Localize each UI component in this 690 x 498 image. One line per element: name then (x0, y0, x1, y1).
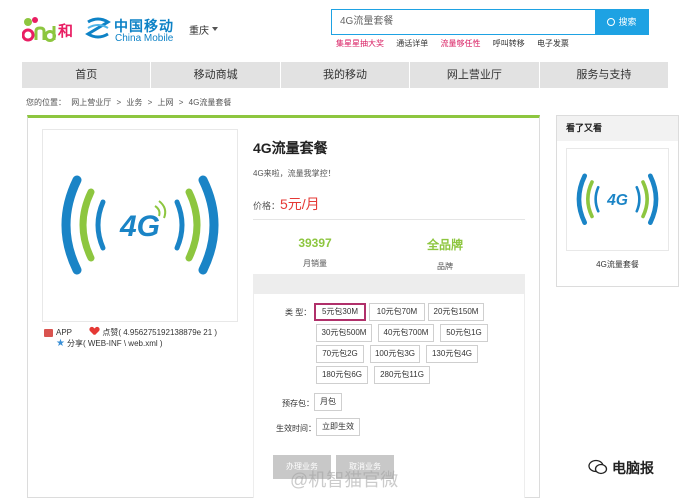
related-panel: 看了又看 4G 4G流量套餐 (556, 115, 679, 287)
related-title: 看了又看 (557, 116, 678, 141)
product-subtitle: 4G来啦，流量我掌控！ (253, 169, 336, 178)
effect-time-label: 生效时间： (276, 424, 316, 433)
search-button[interactable]: 搜索 (595, 9, 649, 35)
type-chip[interactable]: 130元包4G (426, 345, 478, 363)
nav-item-online-hall[interactable]: 网上营业厅 (410, 62, 540, 88)
icon-4g-text: 4G (606, 192, 628, 209)
chevron-down-icon[interactable] (212, 27, 218, 31)
weibo-watermark: @机智猫官微 (290, 470, 399, 490)
brand-watermark: 电脑报 (612, 460, 654, 476)
hot-link[interactable]: 流量够任性 (440, 39, 480, 48)
type-chip[interactable]: 280元包11G (374, 366, 430, 384)
search-button-label: 搜索 (618, 17, 637, 27)
type-chip[interactable]: 70元包2G (316, 345, 364, 363)
signal-4g-icon: 4G (61, 175, 219, 275)
nav-item-home[interactable]: 首页 (22, 62, 152, 88)
related-caption[interactable]: 4G流量套餐 (557, 259, 678, 270)
type-label: 类 型： (285, 308, 312, 317)
breadcrumb-current: 4G流量套餐 (188, 98, 232, 107)
app-link[interactable]: APP (56, 328, 72, 337)
price-value: 5元/月 (280, 196, 320, 212)
main-nav: 首页 移动商城 我的移动 网上营业厅 服务与支持 (22, 62, 668, 88)
like-count[interactable]: 点赞( 4.956275192138879e 21 ) (102, 328, 217, 337)
breadcrumb: 您的位置： 网上营业厅 > 业务 > 上网 > 4G流量套餐 (26, 97, 234, 108)
stat-label: 月销量 (303, 259, 327, 268)
divider (253, 219, 525, 220)
meta-row-2: ★ 分享( WEB-INF \ web.xml ) (56, 338, 163, 349)
type-chip[interactable]: 30元包500M (316, 324, 372, 342)
nav-item-support[interactable]: 服务与支持 (540, 62, 668, 88)
share-link[interactable]: 分享( WEB-INF \ web.xml ) (67, 339, 163, 348)
stat-value: 全品牌 (426, 238, 463, 252)
share-icon: ★ (56, 338, 65, 349)
breadcrumb-sep: > (116, 98, 122, 107)
type-chip[interactable]: 50元包1G (440, 324, 488, 342)
product-panel: 4G APP 点赞( 4.956275192138879e 21 ) ★ 分享( … (27, 115, 540, 498)
type-chip[interactable]: 100元包3G (370, 345, 420, 363)
wechat-icon (588, 459, 608, 475)
hot-link[interactable]: 电子发票 (537, 39, 569, 48)
meta-row-1: APP 点赞( 4.956275192138879e 21 ) (44, 327, 217, 338)
app-icon (44, 328, 53, 337)
and-logo[interactable]: 和 (21, 14, 74, 44)
breadcrumb-sep: > (147, 98, 153, 107)
breadcrumb-link[interactable]: 网上营业厅 (71, 98, 111, 107)
type-chip[interactable]: 20元包150M (428, 303, 484, 321)
effect-time-chip[interactable]: 立即生效 (316, 418, 360, 436)
china-mobile-en: China Mobile (115, 33, 174, 44)
type-chip[interactable]: 10元包70M (369, 303, 425, 321)
heart-icon (90, 327, 99, 335)
search-input[interactable]: 4G流量套餐 (331, 9, 595, 35)
breadcrumb-sep: > (178, 98, 184, 107)
type-chip-selected[interactable]: 5元包30M (314, 303, 366, 321)
related-product-image[interactable]: 4G (566, 148, 669, 251)
china-mobile-logo[interactable]: 中国移动 China Mobile (84, 14, 184, 44)
search-icon (607, 18, 616, 26)
nav-item-mall[interactable]: 移动商城 (151, 62, 281, 88)
stat-label: 品牌 (437, 262, 453, 271)
price-label: 价格： (253, 201, 281, 211)
hot-link[interactable]: 集星星抽大奖 (336, 39, 384, 48)
hot-links: 集星星抽大奖 通话详单 流量够任性 呼叫转移 电子发票 (336, 38, 579, 49)
hot-link[interactable]: 通话详单 (396, 39, 428, 48)
china-mobile-icon (85, 17, 111, 39)
signal-4g-icon: 4G (576, 173, 659, 226)
type-chip[interactable]: 180元包6G (316, 366, 368, 384)
prestore-chip[interactable]: 月包 (314, 393, 342, 411)
stat-monthly-sales: 39397 月销量 (265, 236, 365, 269)
breadcrumb-prefix: 您的位置： (26, 98, 66, 107)
hot-link[interactable]: 呼叫转移 (493, 39, 525, 48)
product-title: 4G流量套餐 (253, 140, 328, 156)
breadcrumb-link[interactable]: 上网 (158, 98, 174, 107)
nav-item-my-mobile[interactable]: 我的移动 (281, 62, 411, 88)
stat-brand: 全品牌 品牌 (395, 236, 495, 272)
stat-value: 39397 (298, 236, 332, 250)
breadcrumb-link[interactable]: 业务 (126, 98, 142, 107)
options-panel: 类 型： 5元包30M 10元包70M 20元包150M 30元包500M 40… (253, 274, 525, 498)
city-selector[interactable]: 重庆 (189, 22, 209, 37)
prestore-label: 预存包： (282, 399, 314, 408)
icon-4g-text: 4G (119, 210, 160, 243)
header: 和 中国移动 China Mobile 重庆 4G流量套餐 搜索 集星星抽大奖 … (0, 0, 690, 56)
type-chip[interactable]: 40元包700M (378, 324, 434, 342)
and-brand-text: 和 (58, 23, 74, 40)
product-image: 4G (42, 129, 238, 322)
